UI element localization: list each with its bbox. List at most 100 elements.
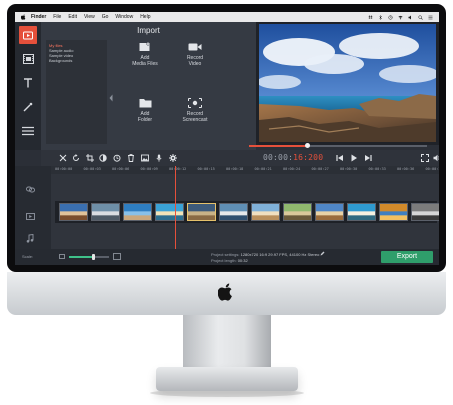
timeline-clip[interactable] — [347, 203, 376, 221]
record-screencast-button[interactable]: Record Screencast — [171, 94, 219, 132]
bluetooth-icon[interactable] — [378, 14, 383, 20]
menu-lines-icon — [22, 126, 34, 136]
delete-button[interactable] — [127, 154, 135, 162]
scissors-icon — [59, 154, 67, 162]
scale-label: Scale: — [22, 254, 34, 259]
timeline-clip[interactable] — [251, 203, 280, 221]
menu-help[interactable]: Help — [140, 14, 150, 20]
play-icon — [351, 154, 357, 162]
dropbox-icon[interactable] — [368, 15, 373, 20]
volume-icon[interactable] — [408, 15, 413, 20]
play-button[interactable] — [350, 154, 358, 162]
scale-slider-handle[interactable] — [91, 254, 95, 260]
menu-edit[interactable]: Edit — [68, 14, 77, 20]
playback-progress-bar[interactable] — [249, 143, 427, 148]
add-media-files-label: Add Media Files — [132, 55, 158, 67]
import-panel: Import My files Sample audio Sample vide… — [41, 22, 256, 150]
crop-button[interactable] — [86, 154, 94, 162]
project-settings-label: Project settings: — [211, 252, 240, 257]
timeline-clip[interactable] — [91, 203, 120, 221]
gear-icon — [169, 154, 177, 162]
menu-finder[interactable]: Finder — [31, 14, 46, 20]
crop-icon — [86, 154, 94, 162]
trash-icon — [128, 154, 134, 162]
timeline-clip[interactable] — [123, 203, 152, 221]
macos-menubar: Finder File Edit View Go Window Help — [15, 12, 439, 22]
video-track-icon — [25, 212, 35, 220]
notification-center-icon[interactable] — [428, 15, 433, 20]
speed-button[interactable] — [113, 154, 121, 162]
export-button[interactable]: Export — [381, 251, 433, 263]
spotlight-icon[interactable] — [418, 14, 423, 20]
track-headers — [15, 166, 51, 249]
timeline-clip[interactable] — [219, 203, 248, 221]
timeline-clip[interactable] — [315, 203, 344, 221]
timeline-ruler[interactable]: 00:00:00 00:00:03 00:00:06 00:00:09 00:00:12… — [51, 166, 439, 174]
category-backgrounds[interactable]: Backgrounds — [46, 58, 107, 63]
zoom-out-icon[interactable] — [59, 254, 65, 259]
contrast-icon — [99, 154, 107, 162]
timecode-frames: 16:200 — [293, 153, 324, 162]
settings-button[interactable] — [169, 154, 177, 162]
add-folder-label: Add Folder — [137, 111, 153, 123]
wifi-icon[interactable] — [398, 15, 403, 20]
menu-view[interactable]: View — [84, 14, 95, 20]
record-video-label: Record Video — [186, 55, 204, 67]
timeline-clip[interactable] — [187, 203, 216, 221]
sidebar-tool-import[interactable] — [19, 26, 37, 44]
record-video-button[interactable]: Record Video — [171, 38, 219, 76]
timeline-clip[interactable] — [59, 203, 88, 221]
color-adjust-button[interactable] — [99, 154, 107, 162]
menu-window[interactable]: Window — [115, 14, 133, 20]
timecode-elapsed: 00:00: — [263, 153, 294, 162]
ruler-tick: 00:00:39 — [425, 167, 440, 171]
sidebar-tool-transitions[interactable] — [19, 98, 37, 116]
sidebar-tool-filters[interactable] — [19, 50, 37, 68]
timeline-clip[interactable] — [283, 203, 312, 221]
timeline-clip[interactable] — [379, 203, 408, 221]
apple-logo-icon — [218, 283, 232, 301]
add-folder-button[interactable]: Add Folder — [121, 94, 169, 132]
timeline-clip[interactable] — [411, 203, 439, 221]
sidebar-tool-more[interactable] — [19, 122, 37, 140]
menu-file[interactable]: File — [53, 14, 61, 20]
titles-icon — [24, 78, 32, 88]
filters-icon — [22, 54, 34, 64]
playback-position-handle[interactable] — [305, 143, 311, 148]
timemachine-icon[interactable] — [388, 14, 393, 20]
collapse-arrow-icon[interactable] — [109, 94, 113, 102]
apple-menu-icon[interactable] — [21, 14, 26, 20]
edit-pencil-icon[interactable] — [320, 251, 325, 256]
ruler-tick: 00:00:03 — [83, 167, 101, 171]
ruler-tick: 00:00:06 — [112, 167, 130, 171]
add-media-icon — [139, 42, 150, 51]
add-media-files-button[interactable]: Add Media Files — [121, 38, 169, 76]
next-button[interactable] — [364, 154, 372, 162]
insert-image-button[interactable] — [141, 154, 149, 162]
ruler-tick: 00:00:36 — [397, 167, 415, 171]
screen: Finder File Edit View Go Window Help Imp… — [15, 12, 439, 265]
zoom-in-icon[interactable] — [113, 253, 121, 260]
import-title: Import — [137, 26, 160, 35]
ruler-tick: 00:00:27 — [311, 167, 329, 171]
video-track-button[interactable] — [25, 211, 35, 221]
cut-button[interactable] — [59, 154, 67, 162]
project-settings-value: 1280x720 16:9 29.97 FPS, 44100 Hz Stereo — [240, 252, 320, 257]
record-screencast-label: Record Screencast — [182, 111, 208, 123]
tool-sidebar — [15, 22, 41, 150]
link-track-button[interactable] — [25, 184, 35, 194]
fullscreen-button[interactable] — [421, 154, 429, 162]
timeline-playhead[interactable] — [175, 166, 176, 249]
audio-track-button[interactable] — [25, 233, 35, 243]
monitor-stand-neck — [183, 315, 271, 375]
timeline-clip[interactable] — [155, 203, 184, 221]
rotate-button[interactable] — [72, 154, 80, 162]
volume-button[interactable] — [433, 154, 439, 162]
record-audio-button[interactable] — [155, 154, 163, 162]
preview-frame-image — [259, 24, 436, 142]
sidebar-tool-titles[interactable] — [19, 74, 37, 92]
menu-go[interactable]: Go — [102, 14, 109, 20]
monitor-stand-foot — [156, 367, 298, 391]
previous-button[interactable] — [336, 154, 344, 162]
scale-slider[interactable] — [69, 254, 109, 260]
